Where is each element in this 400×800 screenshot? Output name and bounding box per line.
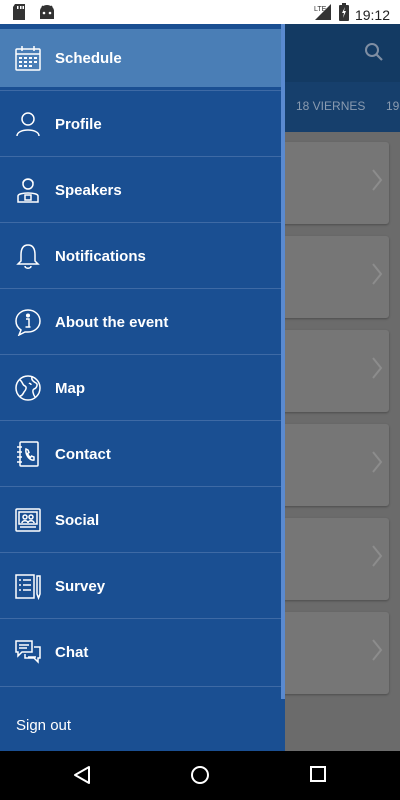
bell-icon: [14, 242, 42, 270]
signal-icon: LTE: [313, 3, 333, 26]
drawer-item-label: Social: [55, 511, 100, 529]
address-book-icon: [14, 440, 42, 468]
system-navigation-bar: [0, 751, 400, 800]
chevron-right-icon: [371, 544, 383, 573]
back-icon[interactable]: [72, 765, 92, 790]
session-card[interactable]: [282, 518, 389, 600]
sign-out-link[interactable]: Sign out: [16, 717, 71, 734]
tab-day-18[interactable]: 18 VIERNES: [296, 99, 365, 113]
globe-map-icon: [14, 374, 42, 402]
chevron-right-icon: [371, 262, 383, 291]
drawer-item-about[interactable]: About the event: [0, 289, 281, 355]
clock: 19:12: [354, 6, 390, 23]
home-icon[interactable]: [190, 765, 210, 790]
info-icon: [14, 308, 42, 337]
drawer-item-label: Map: [55, 379, 85, 397]
chevron-right-icon: [371, 168, 383, 197]
calendar-icon: [14, 44, 42, 72]
drawer-item-profile[interactable]: Profile: [0, 91, 281, 157]
drawer-item-label: Schedule: [55, 49, 122, 67]
android-icon: [38, 4, 56, 25]
drawer-item-survey[interactable]: Survey: [0, 553, 281, 619]
drawer-item-label: Chat: [55, 643, 89, 661]
network-type-label: LTE: [314, 6, 327, 13]
drawer-item-label: Notifications: [55, 247, 146, 265]
chat-bubbles-icon: [14, 638, 42, 666]
drawer-item-map[interactable]: Map: [0, 355, 281, 421]
status-bar: LTE 19:12: [0, 0, 400, 24]
drawer-item-label: Profile: [55, 115, 102, 133]
drawer-item-notifications[interactable]: Notifications: [0, 223, 281, 289]
drawer-scrollbar[interactable]: [281, 24, 285, 699]
tab-day-19[interactable]: 19: [386, 99, 399, 113]
drawer-item-label: Speakers: [55, 181, 122, 199]
drawer-item-social[interactable]: Social: [0, 487, 281, 553]
recents-icon[interactable]: [309, 765, 327, 788]
battery-icon: [338, 3, 349, 26]
drawer-item-label: Contact: [55, 445, 111, 463]
session-card[interactable]: [282, 236, 389, 318]
session-card[interactable]: [282, 612, 389, 694]
session-card[interactable]: [282, 142, 389, 224]
navigation-drawer: Schedule Profile Speakers Notifications …: [0, 24, 285, 751]
chevron-right-icon: [371, 356, 383, 385]
speaker-icon: [14, 176, 42, 204]
drawer-item-chat[interactable]: Chat: [0, 619, 281, 685]
sd-card-icon: [12, 4, 26, 25]
social-screen-icon: [14, 506, 42, 534]
user-icon: [14, 110, 42, 138]
drawer-item-speakers[interactable]: Speakers: [0, 157, 281, 223]
drawer-item-schedule[interactable]: Schedule: [0, 29, 281, 87]
session-card[interactable]: [282, 424, 389, 506]
chevron-right-icon: [371, 638, 383, 667]
survey-clipboard-icon: [14, 572, 42, 601]
session-card[interactable]: [282, 330, 389, 412]
drawer-item-label: About the event: [55, 313, 169, 331]
chevron-right-icon: [371, 450, 383, 479]
drawer-item-contact[interactable]: Contact: [0, 421, 281, 487]
search-icon[interactable]: [364, 42, 384, 67]
divider: [0, 686, 281, 687]
drawer-item-label: Survey: [55, 577, 106, 595]
